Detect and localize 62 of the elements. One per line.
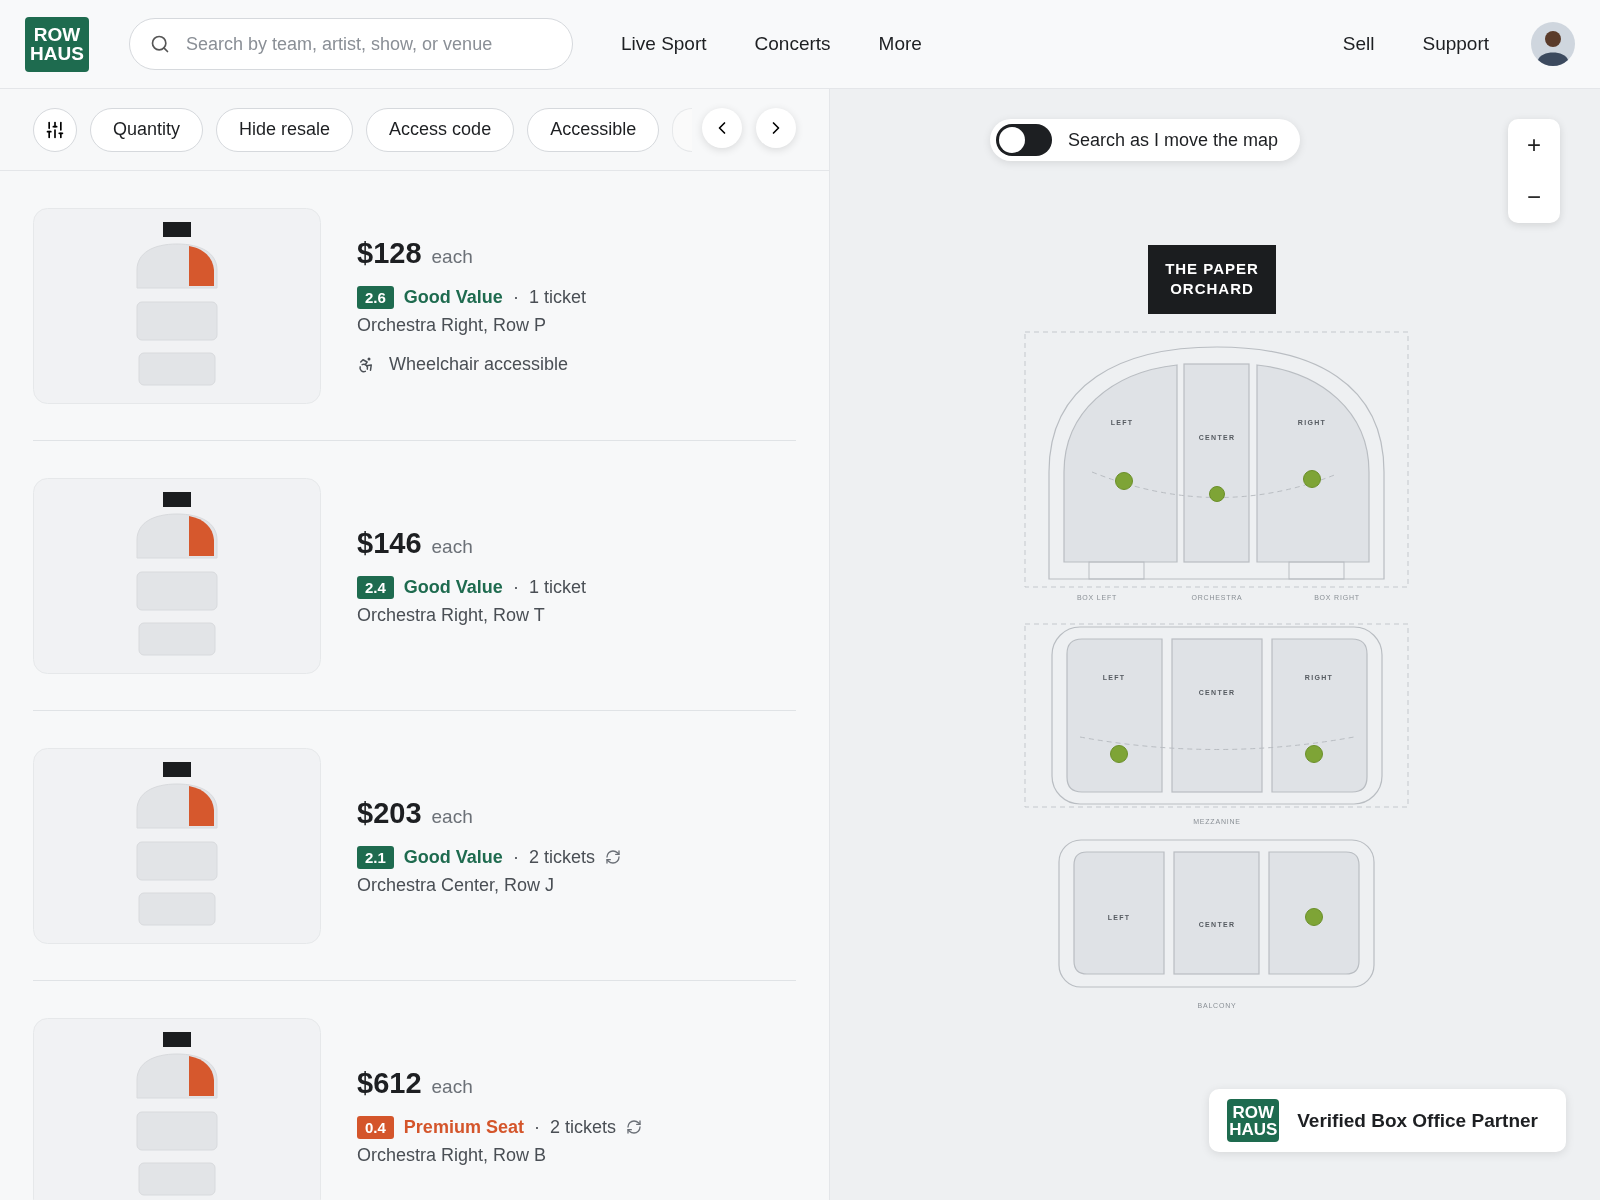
wheelchair-icon [357, 355, 375, 374]
nav-link[interactable]: Support [1422, 33, 1489, 55]
ticket-quantity: 2 tickets [528, 846, 595, 868]
ticket-quantity: 2 tickets [549, 1116, 616, 1138]
seat-location: Orchestra Right, Row P [357, 315, 548, 336]
filter-chip[interactable]: Hide resale [216, 107, 354, 152]
scroll-left-button[interactable] [702, 108, 742, 148]
price: $612 [357, 1066, 422, 1100]
deal-rating: Premium Seat [403, 1116, 524, 1138]
deal-rating: Good Value [403, 846, 503, 868]
seat-location: Orchestra Center, Row J [357, 874, 556, 896]
deal-score: 0.4 [357, 1115, 394, 1139]
listing-marker[interactable] [1209, 485, 1225, 502]
nav-link[interactable]: More [878, 33, 922, 55]
separator: · [512, 846, 519, 868]
map-search-toggle[interactable]: Search as I move the map [989, 119, 1301, 161]
nav-link[interactable]: Sell [1342, 33, 1375, 55]
filter-chip[interactable]: Accessible [527, 107, 660, 152]
filter-chip[interactable]: Quantity [90, 107, 204, 152]
seat-location: Orchestra Right, Row B [357, 1144, 548, 1166]
price: $146 [357, 526, 422, 560]
deal-score: 2.4 [357, 575, 394, 599]
price-unit: each [431, 535, 473, 558]
nav-link[interactable]: Live Sport [621, 33, 707, 55]
deal-rating: Good Value [403, 287, 503, 308]
search-field[interactable]: Search by team, artist, show, or venue [184, 32, 552, 56]
price-unit: each [431, 246, 473, 268]
nav-link[interactable]: Concerts [754, 33, 831, 55]
logo: ROW HAUS [1227, 1099, 1280, 1142]
deal-score: 2.1 [357, 845, 394, 869]
venue-label: THE PAPER ORCHARD [1148, 245, 1276, 314]
ticket-quantity: 1 ticket [528, 287, 586, 308]
toggle-switch[interactable] [995, 124, 1052, 156]
toggle-label: Search as I move the map [1067, 129, 1279, 151]
listing-marker[interactable] [1110, 744, 1128, 763]
zoom-in-button[interactable]: + [1508, 119, 1560, 171]
search-bar[interactable]: Search by team, artist, show, or venue [129, 18, 573, 70]
listing-marker[interactable] [1305, 744, 1323, 763]
sliders-icon [45, 119, 65, 140]
listing-marker[interactable] [1115, 471, 1133, 490]
price: $203 [357, 796, 422, 830]
listing-marker[interactable] [1305, 907, 1323, 926]
avatar[interactable] [1531, 22, 1575, 66]
filters-button[interactable] [33, 107, 77, 152]
ticket-quantity: 1 ticket [528, 576, 586, 598]
filter-chip[interactable]: Access code [366, 107, 515, 152]
price-unit: each [431, 805, 473, 828]
separator: · [533, 1116, 540, 1138]
zoom-out-button[interactable]: − [1508, 171, 1560, 223]
price-unit: each [431, 1075, 473, 1098]
separator: · [512, 287, 519, 308]
partner-text: Verified Box Office Partner [1297, 1109, 1538, 1132]
price: $128 [357, 237, 422, 270]
accessibility-note: Wheelchair accessible [389, 354, 569, 375]
scroll-right-button[interactable] [756, 108, 796, 148]
deal-rating: Good Value [403, 576, 503, 598]
search-icon [150, 34, 170, 54]
deal-score: 2.6 [357, 286, 394, 309]
seat-location: Orchestra Right, Row T [357, 604, 546, 626]
separator: · [512, 576, 519, 598]
listing-marker[interactable] [1303, 469, 1321, 488]
logo[interactable]: ROW HAUS [25, 16, 89, 72]
